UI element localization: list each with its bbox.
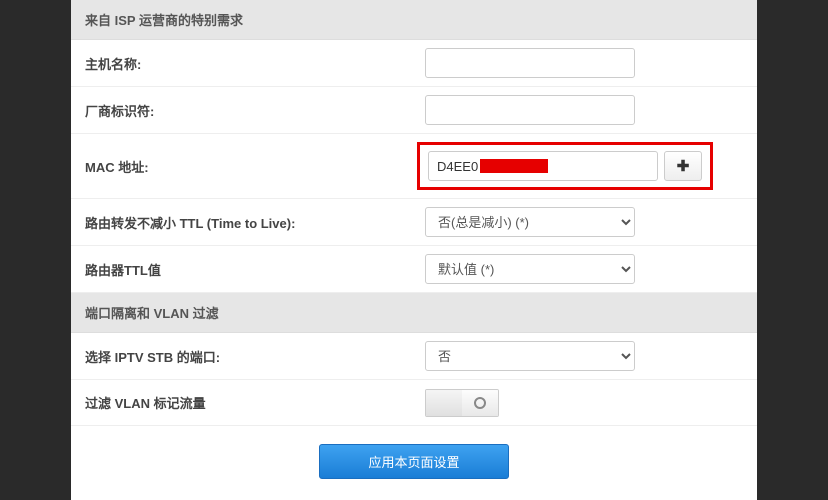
ttl-forward-control: 否(总是减小) (*) xyxy=(425,207,743,237)
actions-bar: 应用本页面设置 xyxy=(71,426,757,485)
iptv-select[interactable]: 否 xyxy=(425,341,635,371)
toggle-handle-icon xyxy=(474,397,486,409)
vendor-input[interactable] xyxy=(425,95,635,125)
ttl-forward-select[interactable]: 否(总是减小) (*) xyxy=(425,207,635,237)
toggle-on-side xyxy=(462,390,498,416)
hostname-label: 主机名称: xyxy=(85,54,425,73)
apply-button[interactable]: 应用本页面设置 xyxy=(319,444,508,479)
row-mac: MAC 地址: D4EE0 ✚ xyxy=(71,134,757,199)
vlan-filter-toggle[interactable] xyxy=(425,389,499,417)
router-ttl-select[interactable]: 默认值 (*) xyxy=(425,254,635,284)
mac-add-button[interactable]: ✚ xyxy=(664,151,702,181)
router-ttl-label: 路由器TTL值 xyxy=(85,260,425,279)
row-vendor: 厂商标识符: xyxy=(71,87,757,134)
router-ttl-control: 默认值 (*) xyxy=(425,254,743,284)
mac-prefix-text: D4EE0 xyxy=(437,159,478,174)
mac-control: D4EE0 ✚ xyxy=(425,142,743,190)
mac-highlight: D4EE0 ✚ xyxy=(417,142,713,190)
section-header-isp: 来自 ISP 运营商的特别需求 xyxy=(71,0,757,40)
hostname-input[interactable] xyxy=(425,48,635,78)
row-vlan-filter: 过滤 VLAN 标记流量 xyxy=(71,380,757,426)
iptv-control: 否 xyxy=(425,341,743,371)
vendor-label: 厂商标识符: xyxy=(85,101,425,120)
toggle-off-side xyxy=(426,390,462,416)
settings-panel: 来自 ISP 运营商的特别需求 主机名称: 厂商标识符: MAC 地址: D4E… xyxy=(71,0,757,500)
vlan-filter-control xyxy=(425,389,743,417)
plus-icon: ✚ xyxy=(677,157,690,175)
mac-redaction xyxy=(480,159,548,173)
hostname-control xyxy=(425,48,743,78)
row-router-ttl: 路由器TTL值 默认值 (*) xyxy=(71,246,757,293)
mac-input[interactable]: D4EE0 xyxy=(428,151,658,181)
vlan-filter-label: 过滤 VLAN 标记流量 xyxy=(85,393,425,412)
row-iptv: 选择 IPTV STB 的端口: 否 xyxy=(71,333,757,380)
vendor-control xyxy=(425,95,743,125)
ttl-forward-label: 路由转发不减小 TTL (Time to Live): xyxy=(85,213,425,232)
row-hostname: 主机名称: xyxy=(71,40,757,87)
iptv-label: 选择 IPTV STB 的端口: xyxy=(85,347,425,366)
mac-label: MAC 地址: xyxy=(85,157,425,176)
row-ttl-forward: 路由转发不减小 TTL (Time to Live): 否(总是减小) (*) xyxy=(71,199,757,246)
section-header-vlan: 端口隔离和 VLAN 过滤 xyxy=(71,293,757,333)
